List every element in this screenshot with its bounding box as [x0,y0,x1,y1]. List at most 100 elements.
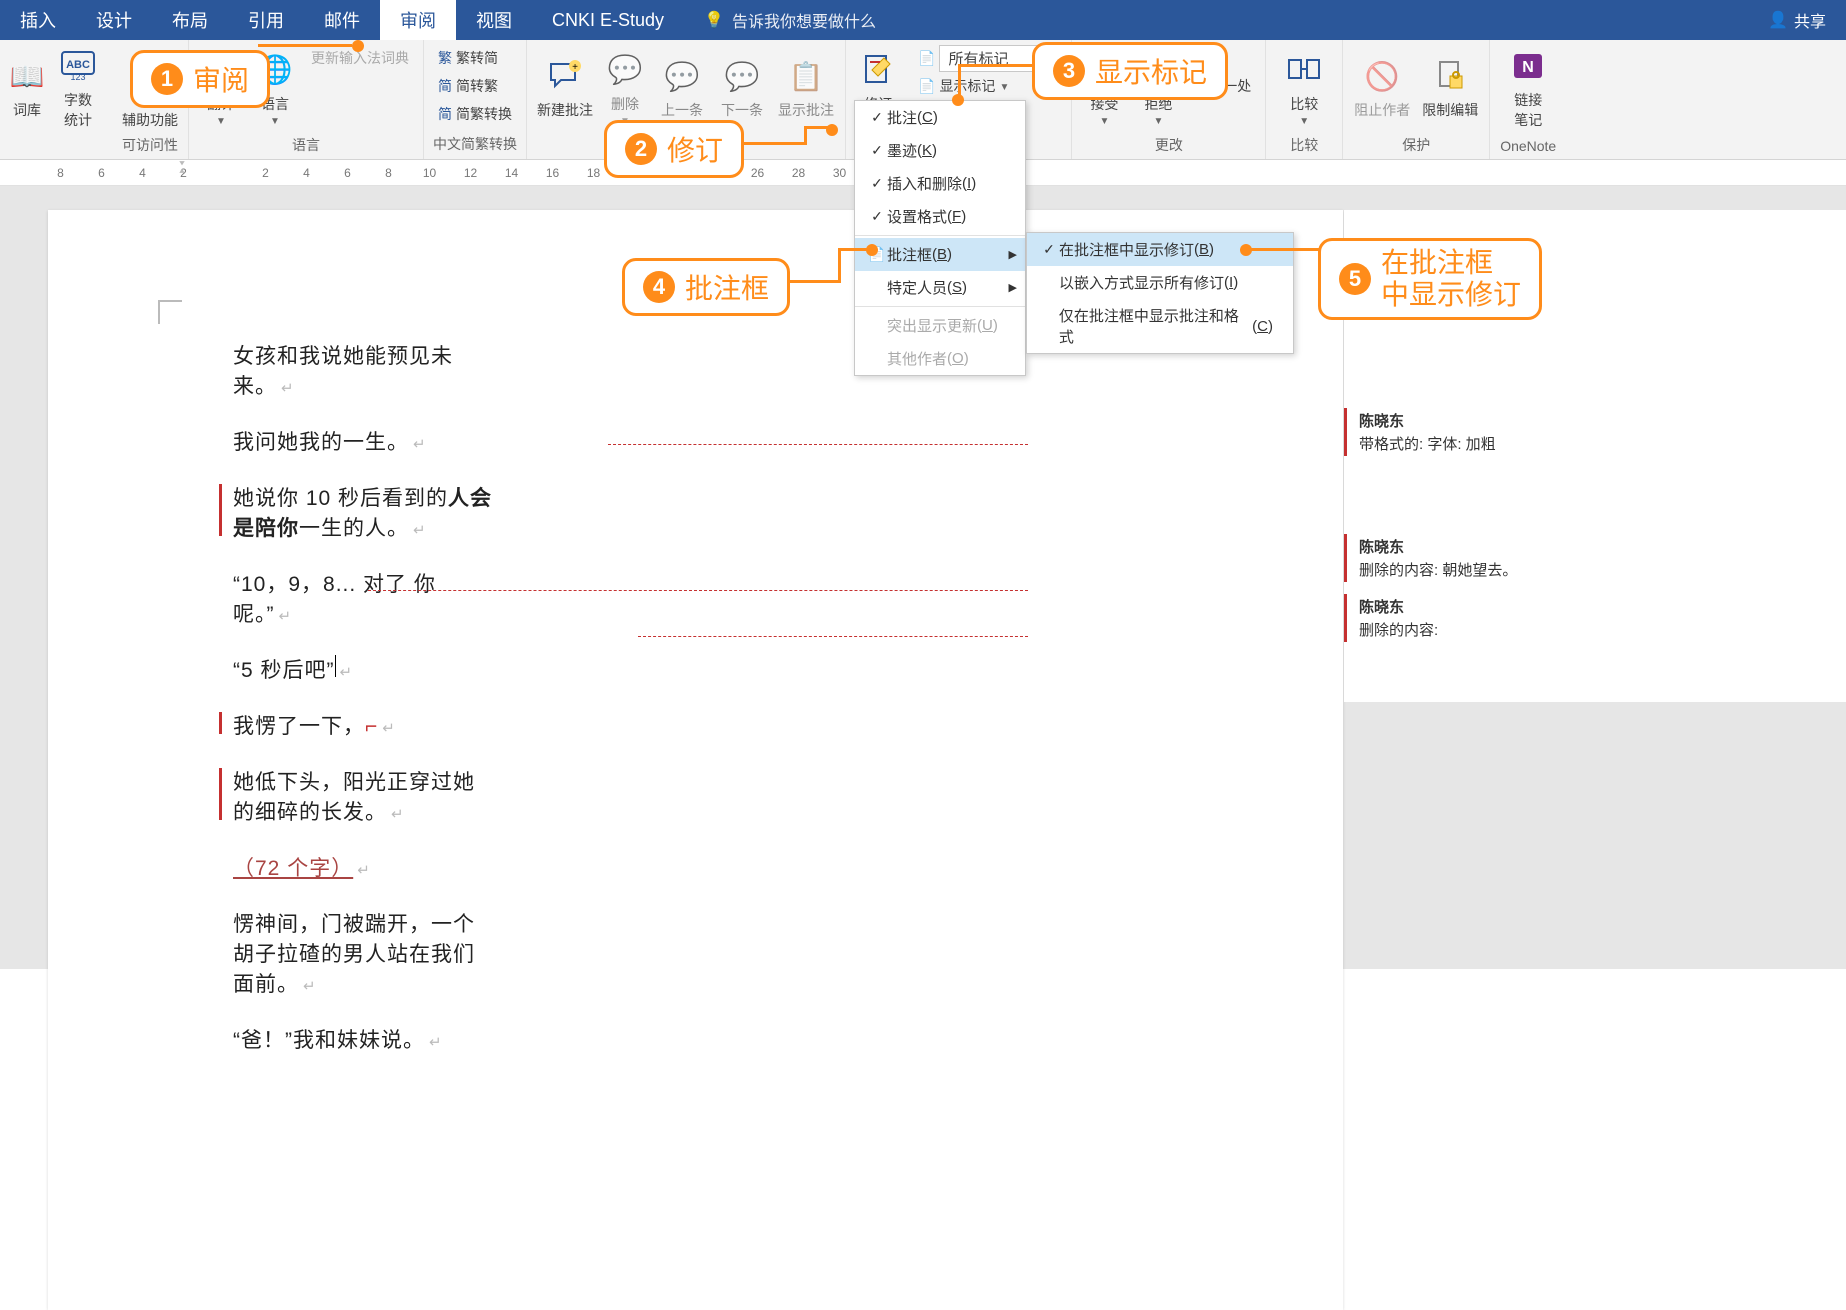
conv-icon: 简 [438,104,452,124]
thesaurus-button[interactable]: 📖 词库 [8,44,46,132]
menu-item-specific-people[interactable]: 特定人员(S)▶ [855,271,1025,304]
next-comment-button[interactable]: 💬 下一条 [715,44,769,132]
svg-text:N: N [1522,59,1534,76]
menu-label: 特定人员 [887,277,947,298]
menu-item-formatting[interactable]: ✓设置格式(F) [855,200,1025,233]
delete-comment-button[interactable]: 💬 删除 ▼ [601,44,649,132]
submenu-show-all-inline[interactable]: 以嵌入方式显示所有修订(I) [1027,266,1293,299]
revision-author: 陈晓东 [1359,410,1834,431]
tab-review[interactable]: 审阅 [380,0,456,41]
ruler-tick: 4 [286,166,327,180]
menu-label: 仅在批注框中显示批注和格式 [1059,305,1252,347]
tab-insert[interactable]: 插入 [0,0,76,41]
revision-item[interactable]: 陈晓东 删除的内容: 朝她望去。 [1344,534,1846,582]
menu-item-balloons[interactable]: 📄批注框(B)▶ [855,238,1025,271]
thesaurus-label: 词库 [13,100,41,120]
tell-me-search[interactable]: 💡 告诉我你想要做什么 [704,8,876,32]
checkmark-icon: ✓ [1039,241,1059,258]
show-markup-icon: 📄 [918,78,935,95]
pilcrow-icon: ↵ [303,978,317,995]
change-bar [219,484,222,536]
svg-text:+: + [572,62,578,73]
checkmark-icon: ✓ [867,175,887,192]
wordcount-button[interactable]: ABC123 字数 统计 [52,44,104,132]
dropdown-arrow-icon: ▼ [216,116,226,127]
simplified-to-traditional[interactable]: 繁繁转简 [432,44,518,72]
share-label: 共享 [1794,8,1826,32]
menu-item-insertions[interactable]: ✓插入和删除(I) [855,167,1025,200]
next-comment-label: 下一条 [721,100,763,120]
submenu-arrow-icon: ▶ [1009,281,1017,294]
conv-label: 简繁转换 [456,104,512,124]
revision-item[interactable]: 陈晓东 带格式的: 字体: 加粗 [1344,408,1846,456]
revision-item[interactable]: 陈晓东 删除的内容: [1344,594,1846,642]
onenote-button[interactable]: N 链接 笔记 [1498,44,1558,132]
menu-label: 其他作者 [887,348,947,369]
dropdown-arrow-icon: ▼ [999,82,1009,93]
menu-key: B [937,246,947,263]
restrict-editing-button[interactable]: 限制编辑 [1419,44,1481,132]
tab-cnki[interactable]: CNKI E-Study [532,2,684,39]
menu-key: U [982,317,993,334]
menu-key: B [1199,241,1209,258]
text[interactable]: 一生的人。 [299,517,409,540]
group-changes-label: 更改 [1155,132,1183,160]
text[interactable]: 我愣了一下， [233,715,365,738]
menu-item-comments[interactable]: ✓批注(C) [855,101,1025,134]
callout-connector [838,248,868,251]
tab-references[interactable]: 引用 [228,0,304,41]
callout-text: 在批注框 [1381,247,1521,279]
text[interactable]: 她说你 10 秒后看到的 [233,487,448,510]
menu-key: S [952,279,962,296]
tab-mailings[interactable]: 邮件 [304,0,380,41]
paragraph: 我愣了一下，⌐↵ [233,710,493,740]
traditional-to-simplified[interactable]: 简简转繁 [432,72,518,100]
show-comments-button[interactable]: 📋 显示批注 [775,44,837,132]
tab-view[interactable]: 视图 [456,0,532,41]
chinese-conversion[interactable]: 简简繁转换 [432,100,518,128]
indent-marker-icon[interactable] [175,160,189,174]
submenu-arrow-icon: ▶ [1009,248,1017,261]
callout-text: 修订 [667,129,723,169]
menu-item-ink[interactable]: ✓墨迹(K) [855,134,1025,167]
delete-comment-label: 删除 [611,94,639,114]
change-bar [219,712,222,734]
menu-key: C [922,109,933,126]
group-compare-label: 比较 [1290,132,1318,160]
submenu-show-comments-formatting[interactable]: 仅在批注框中显示批注和格式(C) [1027,299,1293,353]
prev-comment-button[interactable]: 💬 上一条 [655,44,709,132]
tab-design[interactable]: 设计 [76,0,152,41]
tab-layout[interactable]: 布局 [152,0,228,41]
new-comment-button[interactable]: + 新建批注 [535,44,595,132]
s2t-icon: 繁 [438,48,452,68]
t2s-icon: 简 [438,76,452,96]
word-count-text[interactable]: （72 个字） [233,857,353,880]
pilcrow-icon: ↵ [429,1034,443,1051]
pilcrow-icon: ↵ [279,608,293,625]
text[interactable]: 女孩和我说她能预见未来。 [233,345,453,398]
text[interactable]: 我问她我的一生。 [233,431,409,454]
menu-key: O [952,350,964,367]
text[interactable]: 她低下头，阳光正穿过她的细碎的长发。 [233,771,475,824]
ruler-tick: 6 [81,166,122,180]
show-comments-label: 显示批注 [778,100,834,120]
restrict-editing-icon [1432,56,1468,96]
block-authors-button: 🚫 阻止作者 [1351,44,1413,132]
prev-comment-icon: 💬 [665,56,700,96]
callout-text: 中显示修订 [1381,279,1521,311]
menu-label: 插入和删除 [887,173,962,194]
share-button[interactable]: 👤 共享 [1768,8,1826,32]
deleted-mark: ⌐ [365,715,378,738]
text[interactable]: “5 秒后吧” [233,659,335,682]
text[interactable]: “10，9，8... 对了 你呢。” [233,573,436,626]
revision-connector [368,590,1028,591]
menu-label: 批注 [887,107,917,128]
text[interactable]: 愣神间，门被踹开，一个胡子拉碴的男人站在我们面前。 [233,913,475,996]
compare-button[interactable]: 比较 ▼ [1274,44,1334,132]
document-page[interactable]: 女孩和我说她能预见未来。↵ 我问她我的一生。↵ 她说你 10 秒后看到的人会是陪… [48,210,1343,1310]
text-cursor [335,655,336,677]
markup-icon: 📄 [918,50,935,67]
callout-connector [958,64,1034,67]
wordcount-label: 字数 统计 [64,90,92,130]
text[interactable]: “爸！”我和妹妹说。 [233,1029,425,1052]
